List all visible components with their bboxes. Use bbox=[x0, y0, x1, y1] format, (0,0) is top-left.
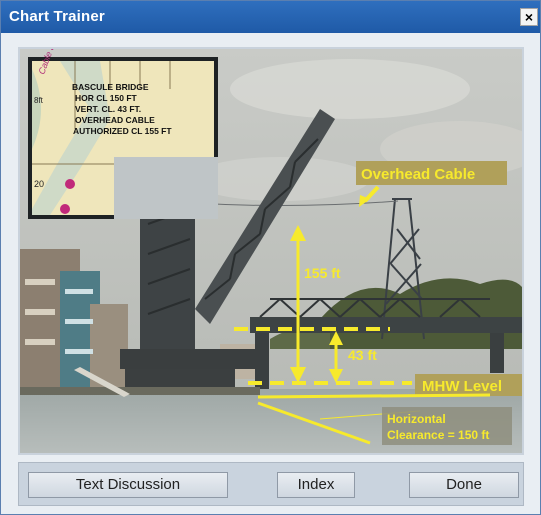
chart-inset-line: VERT. CL. 43 FT. bbox=[75, 104, 141, 114]
chart-side-label: 8ft bbox=[34, 96, 44, 105]
shoreline bbox=[20, 387, 260, 395]
chart-inset-line: AUTHORIZED CL 155 FT bbox=[73, 126, 172, 136]
bridge-photo: Cable area 8ft 20 BASCULE BRIDGE HOR CL … bbox=[18, 47, 524, 455]
building-window bbox=[25, 339, 55, 345]
clearance-43-label: 43 ft bbox=[348, 347, 377, 363]
window-title: Chart Trainer bbox=[9, 8, 105, 25]
button-panel: Text Discussion Index Done bbox=[18, 462, 524, 506]
chart-inset-line: OVERHEAD CABLE bbox=[75, 115, 155, 125]
building-window bbox=[65, 289, 93, 294]
bridge-photo-scene: Cable area 8ft 20 BASCULE BRIDGE HOR CL … bbox=[20, 49, 522, 453]
building-window bbox=[65, 319, 93, 324]
chart-side-label: 20 bbox=[34, 179, 44, 189]
chart-inset-line: HOR CL 150 FT bbox=[75, 93, 138, 103]
title-bar[interactable]: Chart Trainer × bbox=[1, 1, 540, 33]
mhw-label: MHW Level bbox=[422, 378, 502, 395]
cloud bbox=[230, 59, 470, 119]
horizontal-clearance-label: Horizontal bbox=[387, 412, 446, 426]
horizontal-clearance-line-top bbox=[257, 393, 491, 399]
overhead-cable-label: Overhead Cable bbox=[361, 166, 475, 183]
done-button[interactable]: Done bbox=[409, 472, 519, 498]
building-window bbox=[25, 309, 55, 315]
close-button[interactable]: × bbox=[520, 8, 538, 26]
building-window bbox=[25, 279, 55, 285]
index-button[interactable]: Index bbox=[277, 472, 355, 498]
bridge-pier bbox=[490, 333, 504, 373]
clearance-155-label: 155 ft bbox=[304, 265, 341, 281]
chart-inset-line: BASCULE BRIDGE bbox=[72, 82, 149, 92]
chart-trainer-window: Chart Trainer × Cable area 8ft 20 BASCUL… bbox=[0, 0, 541, 515]
horizontal-clearance-label: Clearance = 150 ft bbox=[387, 428, 489, 442]
text-discussion-button[interactable]: Text Discussion bbox=[28, 472, 228, 498]
building-window bbox=[65, 349, 93, 354]
